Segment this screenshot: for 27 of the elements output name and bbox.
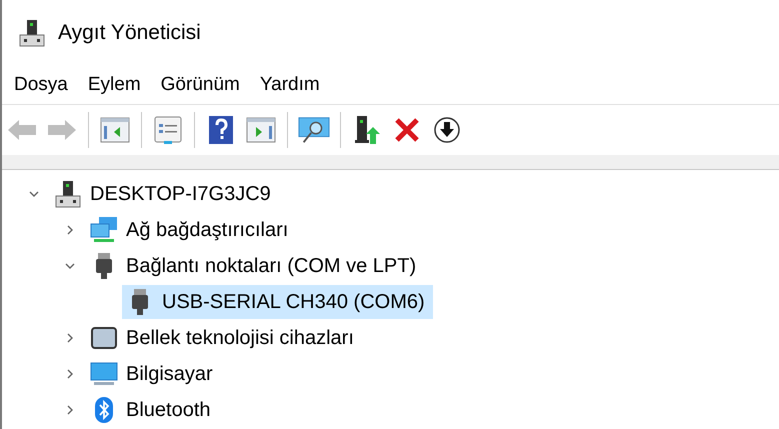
memory-device-icon	[90, 324, 118, 352]
monitor-magnifier-icon	[298, 115, 330, 145]
tree-item[interactable]: USB-SERIAL CH340 (COM6)	[122, 285, 433, 319]
down-arrow-circle-icon	[433, 116, 461, 144]
back-arrow-icon	[7, 119, 37, 141]
tree-item[interactable]: Bluetooth	[86, 393, 219, 427]
computer-tower-icon	[54, 180, 82, 208]
tree-item[interactable]: DESKTOP-I7G3JC9	[50, 177, 279, 211]
panel-icon	[100, 117, 130, 143]
computer-tower-icon	[18, 19, 46, 47]
forward-arrow-icon	[47, 119, 77, 141]
computer-upload-icon	[353, 115, 381, 145]
menu-item[interactable]: Yardım	[252, 72, 328, 98]
menu-item[interactable]: Görünüm	[152, 72, 248, 98]
help-icon	[208, 115, 234, 145]
menu-item[interactable]: Eylem	[80, 72, 149, 98]
network-monitors-icon	[90, 216, 118, 244]
tree-item[interactable]: Bağlantı noktaları (COM ve LPT)	[86, 249, 424, 283]
tree-item[interactable]: Ağ bağdaştırıcıları	[86, 213, 296, 247]
panel-icon	[246, 117, 276, 143]
tree-item[interactable]: Bellek teknolojisi cihazları	[86, 321, 362, 355]
menu-item[interactable]: Dosya	[6, 72, 76, 98]
properties-icon	[153, 115, 183, 145]
delete-x-icon	[394, 117, 420, 143]
tree-item[interactable]: Bilgisayar	[86, 357, 221, 391]
window-title: Aygıt Yöneticisi	[58, 21, 201, 45]
monitor-icon	[90, 360, 118, 388]
